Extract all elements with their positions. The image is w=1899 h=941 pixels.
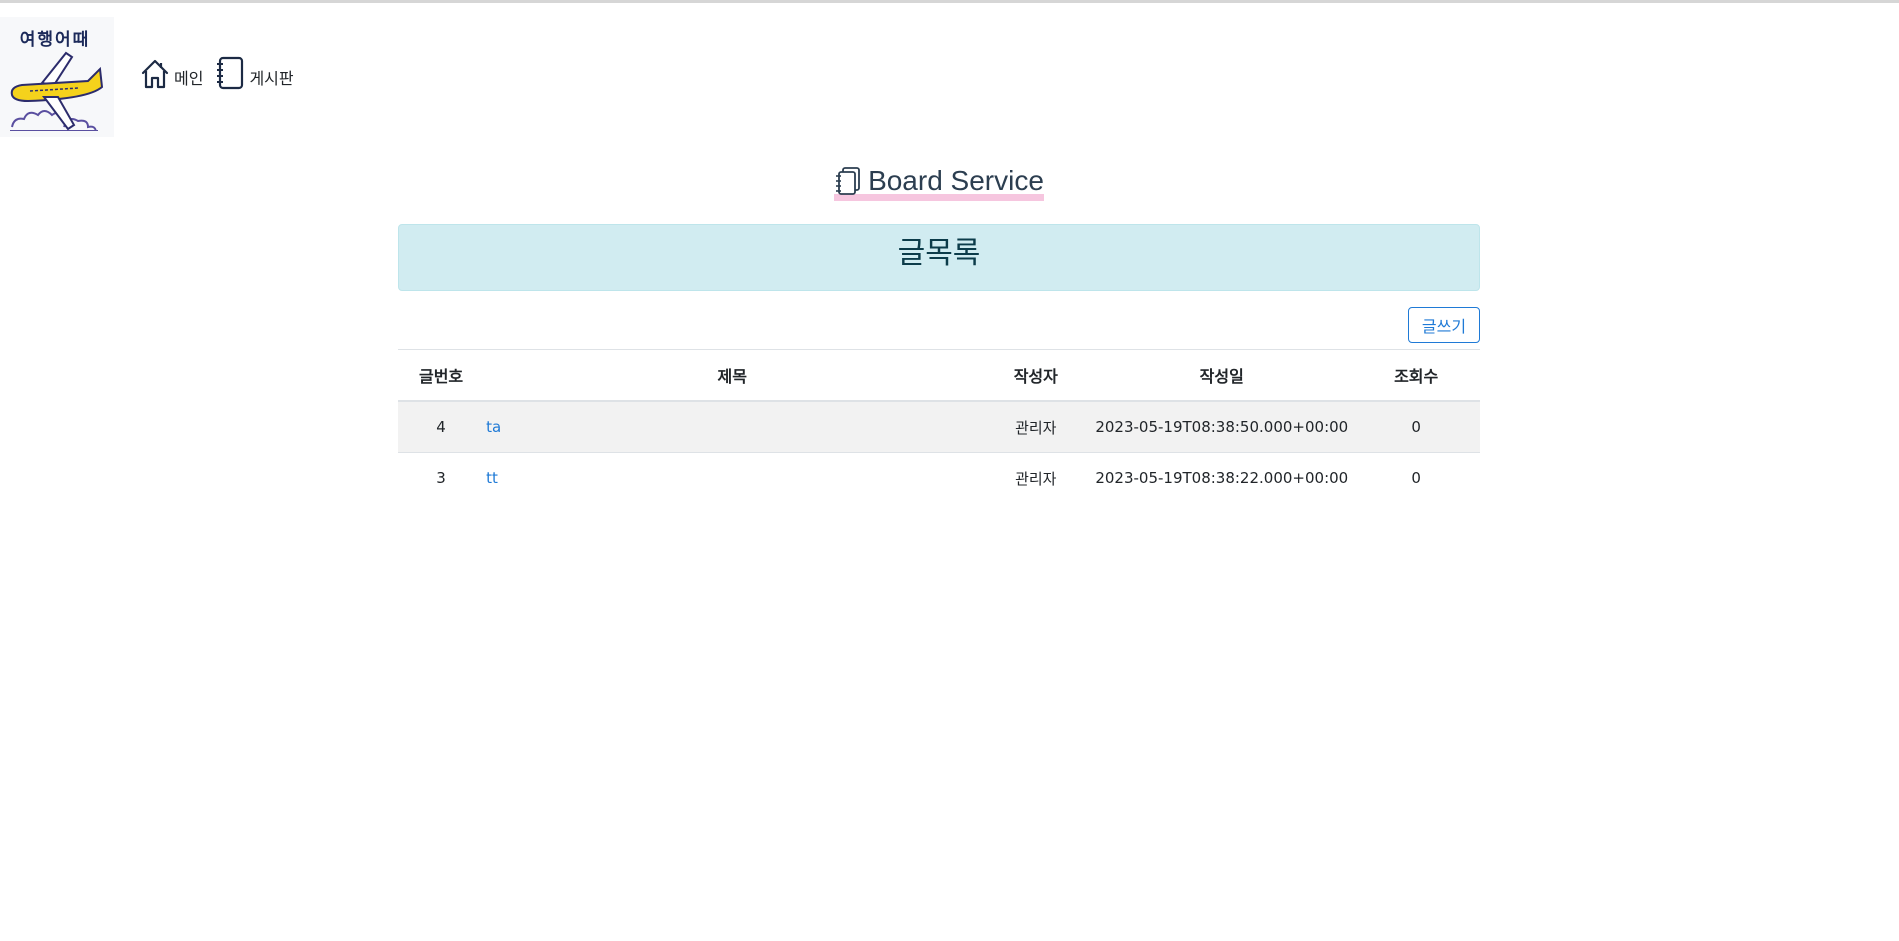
header-no[interactable]: 글번호 xyxy=(398,349,485,402)
page-title: Board Service xyxy=(834,165,1044,201)
post-title-link[interactable]: ta xyxy=(486,418,501,436)
header-title[interactable]: 제목 xyxy=(484,349,981,402)
home-icon xyxy=(141,59,169,89)
cell-writer: 관리자 xyxy=(980,400,1092,453)
post-title-link[interactable]: tt xyxy=(486,469,498,487)
nav-item-board[interactable]: 게시판 xyxy=(215,56,294,90)
cell-title: ta xyxy=(484,400,981,453)
site-logo[interactable]: 여행어때 xyxy=(0,17,114,137)
nav-item-main[interactable]: 메인 xyxy=(140,58,203,90)
cell-date: 2023-05-19T08:38:22.000+00:00 xyxy=(1091,452,1353,503)
cell-writer: 관리자 xyxy=(980,452,1092,503)
cell-no: 4 xyxy=(398,400,485,453)
notebook-icon xyxy=(217,56,244,90)
write-post-button[interactable]: 글쓰기 xyxy=(1408,307,1480,343)
cell-views: 0 xyxy=(1352,452,1480,503)
header-date[interactable]: 작성일 xyxy=(1091,349,1353,402)
cell-no: 3 xyxy=(398,452,485,503)
notebook-stack-icon xyxy=(836,167,860,195)
table-row[interactable]: 4 ta 관리자 2023-05-19T08:38:50.000+00:00 0 xyxy=(398,400,1480,453)
table-row[interactable]: 3 tt 관리자 2023-05-19T08:38:22.000+00:00 0 xyxy=(398,452,1480,503)
cell-views: 0 xyxy=(1352,400,1480,453)
cell-title: tt xyxy=(484,452,981,503)
nav-label-main: 메인 xyxy=(174,69,204,88)
airplane-icon xyxy=(10,51,104,131)
header-views[interactable]: 조회수 xyxy=(1352,349,1480,402)
nav-label-board: 게시판 xyxy=(249,69,294,88)
cell-date: 2023-05-19T08:38:50.000+00:00 xyxy=(1091,400,1353,453)
table-header-row: 글번호 제목 작성자 작성일 조회수 xyxy=(398,349,1480,402)
browser-top-border xyxy=(0,0,1899,3)
header-writer[interactable]: 작성자 xyxy=(980,349,1092,402)
list-banner: 글목록 xyxy=(398,224,1480,291)
main-nav: 메인 게시판 xyxy=(140,56,306,90)
board-table: 글번호 제목 작성자 작성일 조회수 4 ta 관리자 2023-05-19T0… xyxy=(398,349,1480,503)
page-title-wrap: Board Service xyxy=(398,165,1480,201)
list-banner-title: 글목록 xyxy=(897,236,981,271)
page-title-text: Board Service xyxy=(868,165,1044,196)
